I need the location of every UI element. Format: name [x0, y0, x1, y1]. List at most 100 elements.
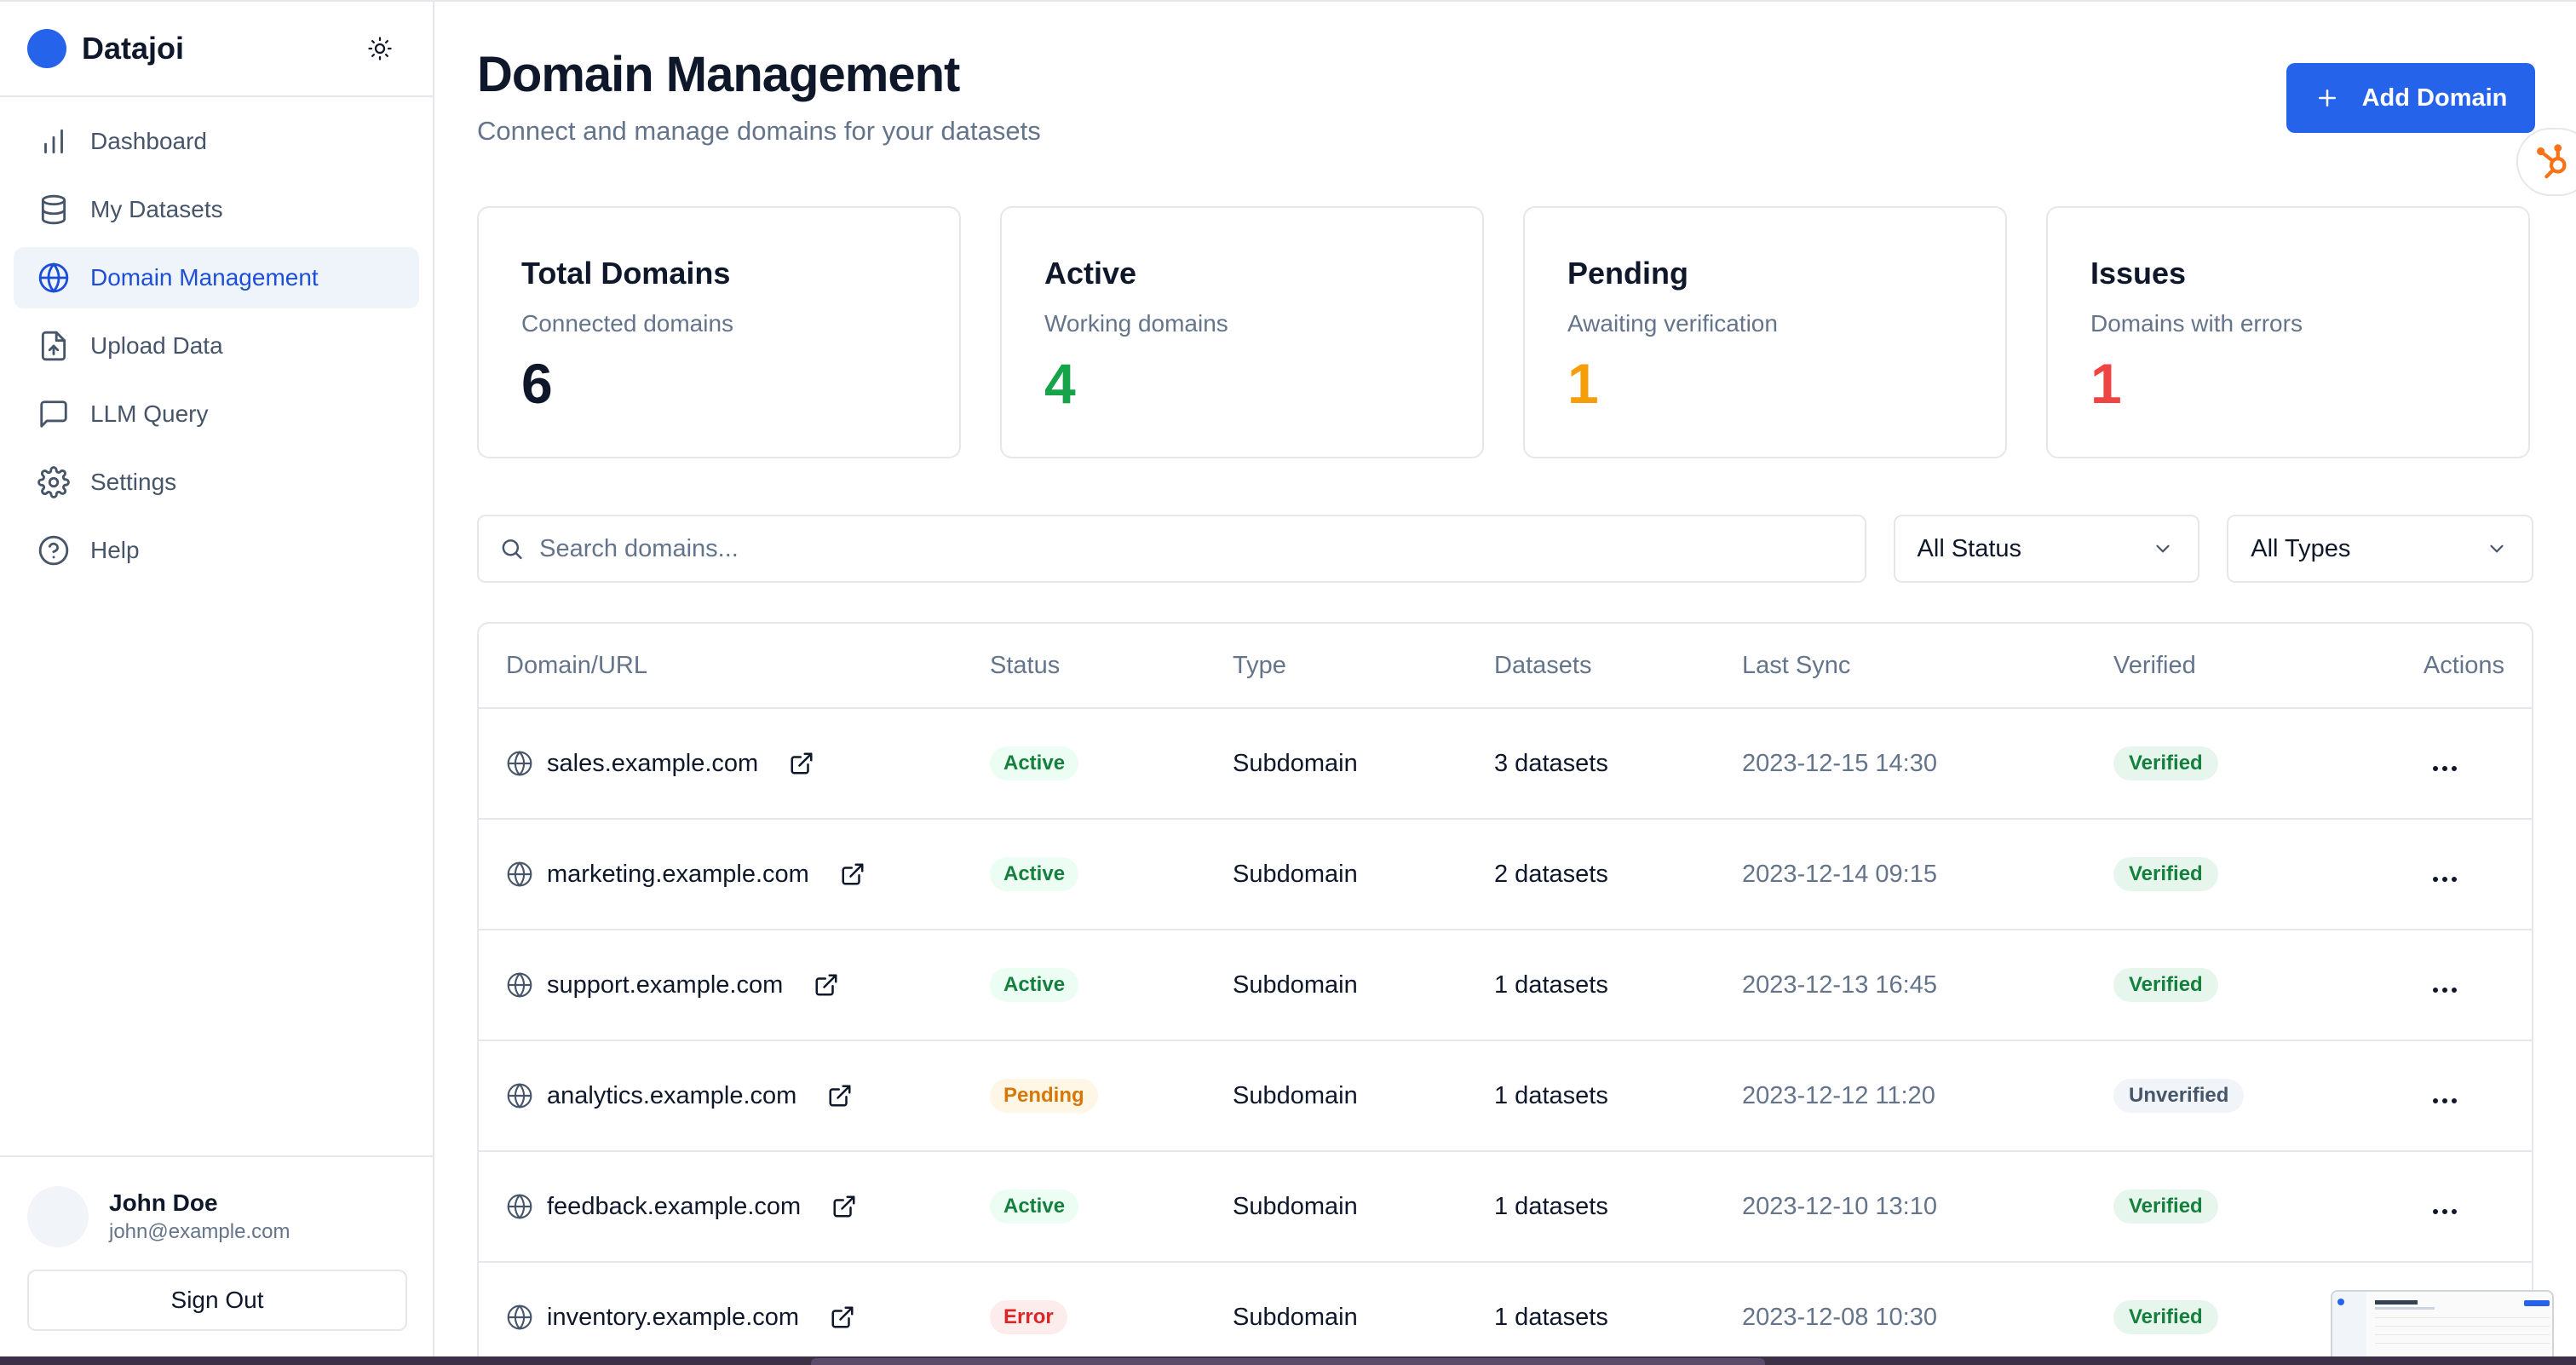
external-link-icon	[831, 1306, 854, 1328]
sidebar-item-help[interactable]: Help	[14, 520, 419, 581]
add-domain-button[interactable]: Add Domain	[2286, 63, 2535, 133]
stat-title: Issues	[2090, 256, 2187, 291]
status-badge: Error	[990, 1300, 1067, 1334]
sidebar-item-label: Dashboard	[90, 128, 207, 154]
gear-icon	[37, 466, 70, 498]
stat-title: Total Domains	[521, 256, 731, 291]
table-header: Domain/URL Status Type Datasets Last Syn…	[479, 624, 2532, 709]
open-domain-link[interactable]	[814, 972, 839, 998]
sidebar: Datajoi Dashboard My Datasets Domain Man…	[0, 2, 434, 1356]
chat-icon	[40, 400, 67, 428]
type-filter-select[interactable]: All Types	[2227, 515, 2533, 583]
column-header-status[interactable]: Status	[990, 652, 1233, 680]
column-header-domain[interactable]: Domain/URL	[479, 652, 990, 680]
verified-badge: Verified	[2113, 857, 2218, 891]
sidebar-item-label: Settings	[90, 469, 177, 495]
open-domain-link[interactable]	[789, 751, 814, 776]
table-row: analytics.example.com Pending Subdomain …	[479, 1041, 2532, 1152]
row-actions-menu-icon[interactable]	[2433, 1097, 2457, 1103]
row-actions-menu-icon[interactable]	[2433, 987, 2457, 993]
table-row: marketing.example.com Active Subdomain 2…	[479, 820, 2532, 930]
column-header-verified[interactable]: Verified	[2113, 652, 2395, 680]
verified-badge: Verified	[2113, 968, 2218, 1002]
globe-icon	[507, 1083, 532, 1109]
status-badge: Active	[990, 1189, 1079, 1224]
open-domain-link[interactable]	[827, 1083, 853, 1109]
row-actions-menu-icon[interactable]	[2433, 1208, 2457, 1214]
search-input[interactable]	[539, 534, 1844, 563]
domain-type: Subdomain	[1233, 1081, 1358, 1109]
row-actions-menu-icon[interactable]	[2433, 765, 2457, 771]
plus-icon	[2318, 89, 2336, 107]
sidebar-item-llm-query[interactable]: LLM Query	[14, 383, 419, 445]
verified-badge: Verified	[2113, 1189, 2218, 1224]
domain-name: support.example.com	[547, 970, 784, 999]
sidebar-item-domain-management[interactable]: Domain Management	[14, 247, 419, 308]
file-upload-icon	[41, 331, 66, 361]
hubspot-sprocket-icon	[2537, 144, 2567, 179]
open-domain-link[interactable]	[840, 861, 865, 887]
status-badge: Active	[990, 968, 1079, 1002]
preview-image-icon	[2332, 1292, 2550, 1356]
filters-bar: All Status All Types	[477, 515, 2533, 583]
globe-icon	[507, 861, 532, 887]
column-header-actions: Actions	[2423, 651, 2504, 679]
stat-card-total-domains: Total Domains Connected domains 6	[477, 206, 961, 458]
external-link-icon	[791, 752, 813, 775]
sun-icon	[368, 37, 392, 60]
search-box	[477, 515, 1866, 583]
brand[interactable]: Datajoi	[27, 29, 184, 68]
sidebar-item-settings[interactable]: Settings	[14, 452, 419, 513]
user-name: John Doe	[109, 1189, 218, 1216]
user-profile[interactable]: John Doe john@example.com	[27, 1186, 405, 1247]
stat-card-pending: Pending Awaiting verification 1	[1523, 206, 2007, 458]
sidebar-item-upload-data[interactable]: Upload Data	[14, 315, 419, 377]
dataset-count: 2 datasets	[1494, 860, 1608, 888]
verified-badge: Verified	[2113, 1300, 2218, 1334]
domain-name: analytics.example.com	[547, 1081, 797, 1109]
table-row: support.example.com Active Subdomain 1 d…	[479, 930, 2532, 1041]
chevron-down-icon	[2490, 544, 2504, 553]
search-icon	[502, 539, 522, 560]
sign-out-button[interactable]: Sign Out	[27, 1270, 407, 1331]
user-email: john@example.com	[109, 1220, 290, 1243]
sidebar-item-my-datasets[interactable]: My Datasets	[14, 179, 419, 240]
theme-toggle-button[interactable]	[361, 30, 399, 67]
sidebar-item-label: Help	[90, 537, 140, 563]
globe-icon	[38, 262, 69, 293]
domain-name: inventory.example.com	[547, 1303, 800, 1331]
domain-name: marketing.example.com	[547, 860, 809, 888]
avatar	[27, 1186, 89, 1247]
row-actions-menu-icon[interactable]	[2433, 876, 2457, 882]
status-badge: Pending	[990, 1079, 1098, 1113]
domain-type: Subdomain	[1233, 1192, 1358, 1220]
sidebar-item-dashboard[interactable]: Dashboard	[14, 111, 419, 172]
sidebar-nav: Dashboard My Datasets Domain Management …	[0, 97, 433, 595]
hubspot-widget-button[interactable]	[2516, 128, 2576, 196]
sidebar-footer: John Doe john@example.com Sign Out	[0, 1155, 433, 1356]
domain-name: feedback.example.com	[547, 1192, 802, 1220]
stat-value: 4	[1044, 352, 1076, 415]
status-filter-value: All Status	[1917, 534, 2022, 562]
main-content: Domain Management Connect and manage dom…	[434, 2, 2576, 1365]
globe-icon	[507, 1194, 532, 1219]
column-header-type[interactable]: Type	[1233, 652, 1494, 680]
table-row: feedback.example.com Active Subdomain 1 …	[479, 1152, 2532, 1263]
screenshot-preview-thumbnail[interactable]	[2331, 1290, 2554, 1356]
sidebar-header: Datajoi	[0, 2, 433, 97]
status-filter-select[interactable]: All Status	[1893, 515, 2200, 583]
stat-subtitle: Working domains	[1044, 310, 1228, 337]
last-sync: 2023-12-10 13:10	[1742, 1192, 1937, 1220]
external-link-icon	[829, 1085, 851, 1107]
stat-card-issues: Issues Domains with errors 1	[2046, 206, 2530, 458]
column-header-last-sync[interactable]: Last Sync	[1742, 652, 2113, 680]
app-window: Datajoi Dashboard My Datasets Domain Man…	[0, 0, 2576, 1365]
open-domain-link[interactable]	[830, 1305, 855, 1330]
stat-subtitle: Awaiting verification	[1567, 310, 1778, 337]
open-domain-link[interactable]	[831, 1194, 857, 1219]
sidebar-item-label: Domain Management	[90, 264, 319, 291]
dataset-count: 1 datasets	[1494, 1192, 1608, 1220]
stat-subtitle: Connected domains	[521, 310, 734, 337]
globe-icon	[507, 972, 532, 998]
column-header-datasets[interactable]: Datasets	[1494, 652, 1742, 680]
